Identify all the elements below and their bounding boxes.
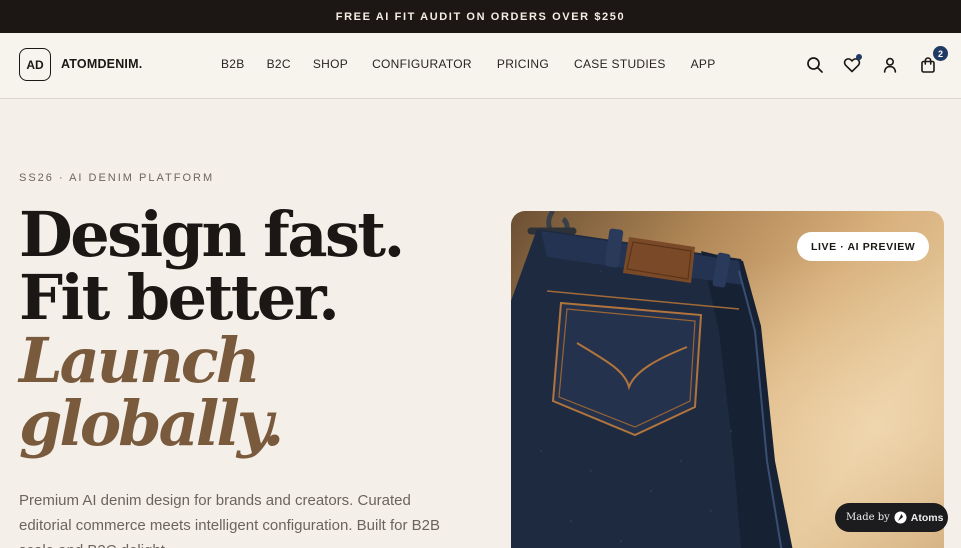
- announcement-text: FREE AI FIT AUDIT ON ORDERS OVER $250: [335, 10, 626, 23]
- nav-link-b2c[interactable]: B2C: [267, 57, 291, 71]
- site-header: AD ATOMDENIM. B2B B2C SHOP CONFIGURATOR …: [0, 33, 961, 99]
- nav-link-configurator[interactable]: CONFIGURATOR: [372, 57, 472, 71]
- made-by-prefix: Made by: [846, 512, 890, 523]
- nav-link-pricing[interactable]: PRICING: [497, 57, 549, 71]
- headline-line-2: Fit better.: [19, 261, 340, 334]
- wishlist-indicator-dot: [856, 54, 862, 60]
- logo-badge[interactable]: AD: [19, 48, 51, 81]
- account-button[interactable]: [879, 54, 901, 76]
- logo-badge-text: AD: [26, 57, 44, 72]
- live-ai-preview-badge: LIVE · AI PREVIEW: [797, 232, 930, 261]
- cart-button[interactable]: 2: [917, 46, 948, 76]
- headline-line-3: Launch: [19, 324, 261, 397]
- hero-eyebrow: SS26 · AI DENIM PLATFORM: [19, 172, 215, 184]
- wishlist-button[interactable]: [841, 54, 863, 76]
- made-by-atoms-badge[interactable]: Made by Atoms: [835, 503, 948, 532]
- hero-headline: Design fast. Fit better. Launch globally…: [19, 198, 405, 460]
- nav-link-app[interactable]: APP: [691, 57, 716, 71]
- cart-count-badge: 2: [933, 46, 948, 61]
- headline-line-1: Design fast.: [19, 198, 405, 271]
- announcement-bar: FREE AI FIT AUDIT ON ORDERS OVER $250: [0, 0, 961, 33]
- search-icon[interactable]: [804, 54, 826, 76]
- nav-link-shop[interactable]: SHOP: [313, 57, 348, 71]
- atoms-logo-icon: [894, 511, 907, 524]
- logo-wordmark[interactable]: ATOMDENIM.: [61, 57, 142, 71]
- main-nav: B2B B2C SHOP CONFIGURATOR PRICING CASE S…: [221, 57, 716, 71]
- user-icon: [883, 57, 897, 73]
- hero-jeans-photo: [511, 211, 944, 548]
- nav-link-case-studies[interactable]: CASE STUDIES: [574, 57, 666, 71]
- nav-link-b2b[interactable]: B2B: [221, 57, 245, 71]
- headline-line-4: globally.: [19, 387, 284, 460]
- hero-lede: Premium AI denim design for brands and c…: [19, 492, 441, 548]
- made-by-brand: Atoms: [910, 511, 944, 524]
